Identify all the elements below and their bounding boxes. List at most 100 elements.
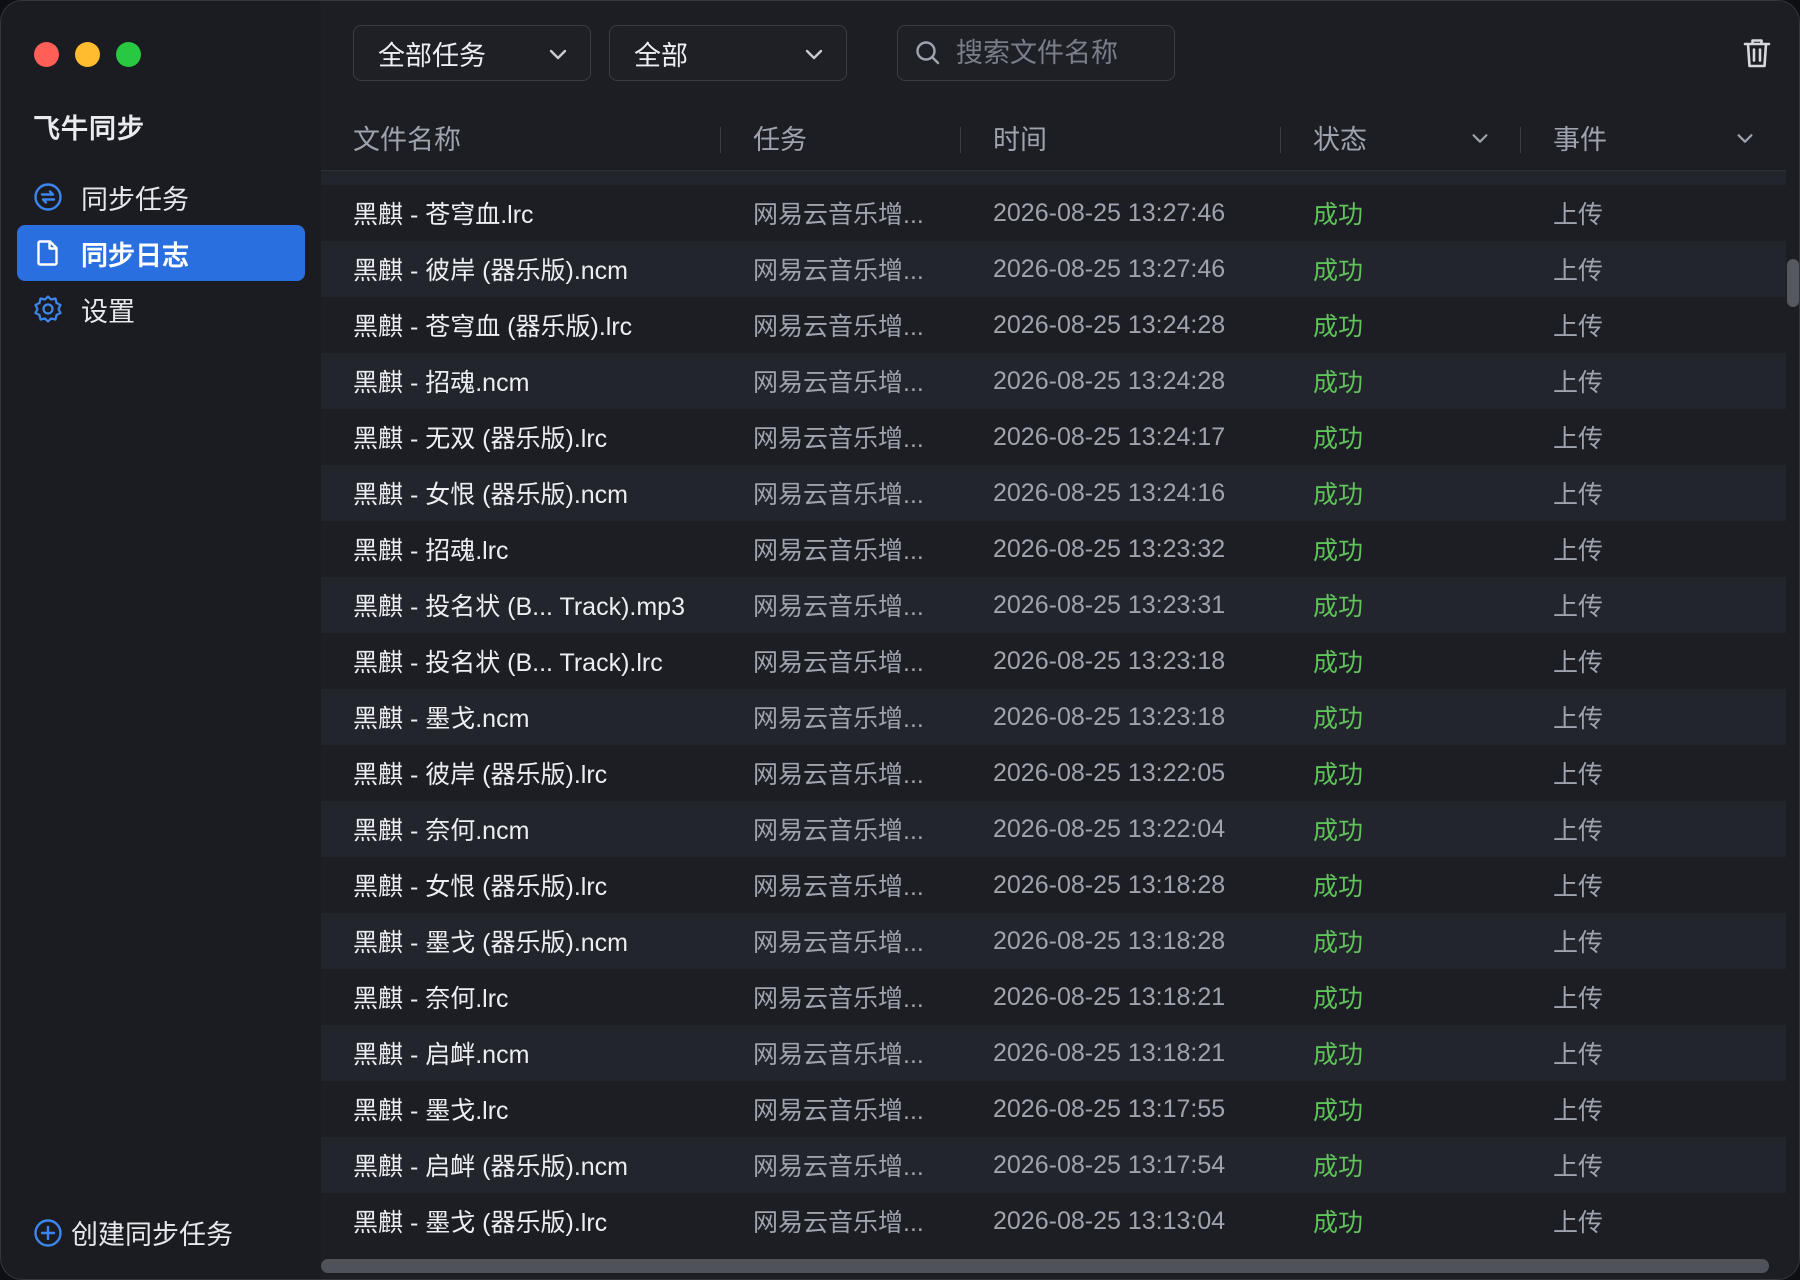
cell-status: 成功 — [1313, 1209, 1364, 1237]
cell-event: 上传 — [1553, 1209, 1604, 1237]
chevron-down-icon — [549, 49, 567, 60]
gear-icon — [33, 294, 63, 324]
cell-file-name: 黑麒 - 墨戈.ncm — [353, 705, 530, 733]
cell-task: 网易云音乐增... — [753, 257, 924, 285]
cell-status: 成功 — [1313, 593, 1364, 621]
cell-status: 成功 — [1313, 873, 1364, 901]
column-header-status[interactable]: 状态 — [1281, 105, 1521, 171]
table-row[interactable]: 黑麒 - 启衅 (器乐版).ncm 网易云音乐增... 2026-08-25 13:… — [321, 1137, 1786, 1193]
cell-time: 2026-08-25 13:24:28 — [993, 366, 1226, 395]
table-row[interactable]: 黑麒 - 苍穹血 (器乐版).lrc 网易云音乐增... 2026-08-25 13… — [321, 297, 1786, 353]
table-body[interactable]: 黑麒 - 苍穹血.lrc 网易云音乐增... 2026-08-25 13:27:46… — [321, 171, 1786, 1248]
cell-task: 网易云音乐增... — [753, 929, 924, 957]
cell-time: 2026-08-25 13:18:28 — [993, 926, 1226, 955]
task-filter-select[interactable]: 全部任务 — [353, 25, 591, 81]
table-row[interactable]: 黑麒 - 女恨 (器乐版).ncm 网易云音乐增... 2026-08-25 13:… — [321, 465, 1786, 521]
table-row[interactable]: 黑麒 - 苍穹血.lrc 网易云音乐增... 2026-08-25 13:27:46… — [321, 185, 1786, 241]
cell-event: 上传 — [1553, 201, 1604, 229]
horizontal-scrollbar[interactable] — [321, 1259, 1769, 1273]
sidebar-item-sync-tasks[interactable]: 同步任务 — [17, 169, 305, 225]
cell-file-name: 黑麒 - 奈何.ncm — [353, 817, 530, 845]
column-header-event[interactable]: 事件 — [1521, 105, 1786, 171]
chevron-down-icon[interactable] — [1469, 127, 1491, 149]
column-header-task[interactable]: 任务 — [721, 105, 961, 171]
cell-time: 2026-08-25 13:27:46 — [993, 254, 1226, 283]
cell-status: 成功 — [1313, 1041, 1364, 1069]
cell-time: 2026-08-25 13:13:04 — [993, 1206, 1226, 1235]
app-title: 飞牛同步 — [33, 114, 145, 144]
column-header-time[interactable]: 时间 — [961, 105, 1281, 171]
table-row[interactable]: 黑麒 - 投名状 (B... Track).lrc 网易云音乐增... 2026-0… — [321, 633, 1786, 689]
cell-file-name: 黑麒 - 投名状 (B... Track).lrc — [353, 649, 663, 677]
cell-task: 网易云音乐增... — [753, 369, 924, 397]
cell-event: 上传 — [1553, 985, 1604, 1013]
cell-time: 2026-08-25 13:24:16 — [993, 478, 1226, 507]
cell-task: 网易云音乐增... — [753, 1041, 924, 1069]
cell-task: 网易云音乐增... — [753, 985, 924, 1013]
cell-status: 成功 — [1313, 761, 1364, 789]
cell-status: 成功 — [1313, 649, 1364, 677]
table-row[interactable]: 黑麒 - 奈何.lrc 网易云音乐增... 2026-08-25 13:18:21 成… — [321, 969, 1786, 1025]
chevron-down-icon — [805, 49, 823, 60]
cell-time: 2026-08-25 13:17:54 — [993, 1150, 1226, 1179]
table-row[interactable]: 黑麒 - 女恨 (器乐版).lrc 网易云音乐增... 2026-08-25 13:… — [321, 857, 1786, 913]
cell-status: 成功 — [1313, 1153, 1364, 1181]
cell-task: 网易云音乐增... — [753, 537, 924, 565]
cell-status: 成功 — [1313, 705, 1364, 733]
trash-icon[interactable] — [1739, 35, 1775, 71]
minimize-window-button[interactable] — [75, 42, 100, 67]
cell-task: 网易云音乐增... — [753, 1209, 924, 1237]
cell-time: 2026-08-25 13:23:32 — [993, 534, 1226, 563]
app-window: 飞牛同步 同步任务 同步日志 设置 创建同步任务 全部任务 全部 搜索文件名称 … — [0, 0, 1800, 1280]
cell-event: 上传 — [1553, 873, 1604, 901]
cell-time: 2026-08-25 13:23:18 — [993, 646, 1226, 675]
main-panel: 全部任务 全部 搜索文件名称 文件名称 任务 时间 状态 事件 黑麒 - 苍穹血… — [321, 1, 1799, 1279]
sidebar-item-settings[interactable]: 设置 — [17, 281, 305, 337]
sidebar-item-sync-logs[interactable]: 同步日志 — [17, 225, 305, 281]
table-row[interactable]: 黑麒 - 无双 (器乐版).lrc 网易云音乐增... 2026-08-25 13:… — [321, 409, 1786, 465]
table-row[interactable]: 黑麒 - 彼岸 (器乐版).lrc 网易云音乐增... 2026-08-25 13:… — [321, 745, 1786, 801]
vertical-scrollbar[interactable] — [1787, 259, 1799, 307]
table-row[interactable]: 黑麒 - 招魂.ncm 网易云音乐增... 2026-08-25 13:24:28 成… — [321, 353, 1786, 409]
type-filter-value: 全部 — [634, 40, 688, 71]
table-row[interactable]: 黑麒 - 招魂.lrc 网易云音乐增... 2026-08-25 13:23:32 成… — [321, 521, 1786, 577]
table-row[interactable]: 黑麒 - 奈何.ncm 网易云音乐增... 2026-08-25 13:22:04 成… — [321, 801, 1786, 857]
sidebar: 飞牛同步 同步任务 同步日志 设置 创建同步任务 — [1, 1, 321, 1279]
cell-status: 成功 — [1313, 313, 1364, 341]
window-controls — [34, 42, 141, 67]
cell-file-name: 黑麒 - 苍穹血.lrc — [353, 201, 534, 229]
cell-file-name: 黑麒 - 奈何.lrc — [353, 985, 509, 1013]
chevron-down-icon[interactable] — [1734, 127, 1756, 149]
table-row[interactable]: 黑麒 - 墨戈 (器乐版).lrc 网易云音乐增... 2026-08-25 13:… — [321, 1193, 1786, 1248]
cell-time: 2026-08-25 13:18:21 — [993, 1038, 1226, 1067]
table-row[interactable]: 黑麒 - 墨戈.lrc 网易云音乐增... 2026-08-25 13:17:55 成… — [321, 1081, 1786, 1137]
cell-file-name: 黑麒 - 女恨 (器乐版).ncm — [353, 481, 628, 509]
cell-file-name: 黑麒 - 无双 (器乐版).lrc — [353, 425, 608, 453]
column-header-name[interactable]: 文件名称 — [321, 105, 721, 171]
cell-status: 成功 — [1313, 425, 1364, 453]
cell-file-name: 黑麒 - 投名状 (B... Track).mp3 — [353, 593, 685, 621]
cell-status: 成功 — [1313, 985, 1364, 1013]
cell-task: 网易云音乐增... — [753, 593, 924, 621]
cell-time: 2026-08-25 13:22:05 — [993, 758, 1226, 787]
sync-log-table: 文件名称 任务 时间 状态 事件 黑麒 - 苍穹血.lrc 网易云音乐增... … — [321, 105, 1786, 1248]
table-row[interactable]: 黑麒 - 投名状 (B... Track).mp3 网易云音乐增... 2026-0… — [321, 577, 1786, 633]
cell-event: 上传 — [1553, 537, 1604, 565]
close-window-button[interactable] — [34, 42, 59, 67]
cell-file-name: 黑麒 - 苍穹血 (器乐版).lrc — [353, 313, 633, 341]
cell-file-name: 黑麒 - 彼岸 (器乐版).ncm — [353, 257, 628, 285]
table-row[interactable]: 黑麒 - 彼岸 (器乐版).ncm 网易云音乐增... 2026-08-25 13:… — [321, 241, 1786, 297]
task-filter-value: 全部任务 — [378, 40, 486, 71]
column-header-label: 事件 — [1553, 125, 1607, 155]
type-filter-select[interactable]: 全部 — [609, 25, 847, 81]
cell-file-name: 黑麒 - 启衅 (器乐版).ncm — [353, 1153, 628, 1181]
create-sync-task-button[interactable]: 创建同步任务 — [33, 1213, 233, 1252]
sidebar-item-label: 同步日志 — [81, 240, 189, 271]
table-row[interactable]: 黑麒 - 墨戈 (器乐版).ncm 网易云音乐增... 2026-08-25 13:… — [321, 913, 1786, 969]
sync-icon — [33, 182, 63, 212]
table-row[interactable]: 黑麒 - 墨戈.ncm 网易云音乐增... 2026-08-25 13:23:18 成… — [321, 689, 1786, 745]
search-input[interactable] — [956, 37, 1156, 69]
table-row[interactable]: 黑麒 - 启衅.ncm 网易云音乐增... 2026-08-25 13:18:21 成… — [321, 1025, 1786, 1081]
zoom-window-button[interactable] — [116, 42, 141, 67]
cell-time: 2026-08-25 13:24:28 — [993, 310, 1226, 339]
